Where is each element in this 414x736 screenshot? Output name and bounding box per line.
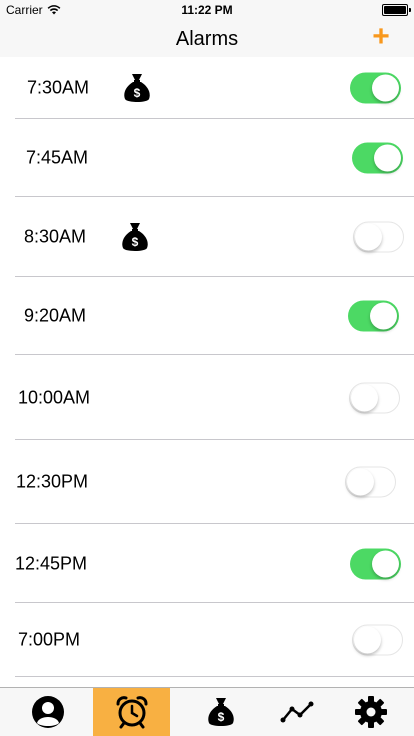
alarm-time-label: 8:30AM	[24, 226, 87, 247]
tab-settings[interactable]	[332, 688, 409, 736]
toggle-knob	[372, 550, 399, 577]
toggle-knob	[351, 384, 378, 411]
navigation-bar: Alarms +	[0, 20, 414, 57]
alarm-time-label: 9:20AM	[24, 305, 87, 326]
gear-icon	[354, 696, 387, 728]
money-bag-icon: $	[207, 698, 234, 726]
svg-text:$: $	[132, 235, 139, 249]
alarm-row[interactable]: 8:30AM $	[0, 197, 414, 277]
toggle-knob	[355, 223, 382, 251]
page-title: Alarms	[175, 28, 239, 50]
alarm-time-label: 12:45PM	[15, 553, 88, 573]
alarm-time-label: 12:30PM	[16, 471, 89, 492]
toggle-knob	[374, 144, 401, 172]
alarm-toggle[interactable]	[350, 548, 401, 579]
money-bag-icon: $	[122, 223, 148, 251]
alarm-toggle[interactable]	[350, 72, 401, 104]
add-alarm-button[interactable]: +	[368, 22, 394, 52]
tab-bar: $	[0, 687, 414, 736]
alarm-time-label: 7:00PM	[18, 629, 81, 650]
alarm-time-label: 7:30AM	[27, 77, 90, 98]
toggle-knob	[354, 626, 381, 654]
alarm-time-label: 10:00AM	[18, 387, 91, 407]
tab-stats[interactable]	[258, 688, 335, 736]
alarm-clock-icon	[116, 696, 147, 729]
alarm-toggle[interactable]	[353, 221, 404, 253]
tab-profile[interactable]	[9, 688, 86, 736]
profile-icon	[31, 696, 64, 728]
alarm-toggle[interactable]	[352, 624, 403, 656]
alarm-toggle[interactable]	[349, 382, 400, 413]
alarm-row[interactable]: 7:00PM	[0, 603, 414, 677]
status-bar: Carrier 11:22 PM	[0, 0, 414, 20]
row-separator	[15, 676, 414, 677]
status-time: 11:22 PM	[181, 3, 233, 17]
tab-alarms[interactable]	[93, 688, 170, 736]
toggle-knob	[372, 74, 399, 102]
tab-money[interactable]: $	[182, 688, 259, 736]
alarm-row[interactable]: 7:30AM $	[0, 57, 414, 119]
svg-text:$: $	[217, 710, 224, 724]
alarm-row[interactable]: 12:45PM	[0, 524, 414, 603]
alarm-row[interactable]: 7:45AM	[0, 119, 414, 197]
trend-line-icon	[280, 701, 313, 723]
svg-text:$: $	[134, 86, 141, 100]
alarm-row[interactable]: 9:20AM	[0, 277, 414, 355]
alarm-toggle[interactable]	[348, 300, 399, 332]
alarm-row[interactable]: 10:00AM	[0, 355, 414, 440]
alarm-toggle[interactable]	[345, 466, 396, 498]
alarms-screen: Carrier 11:22 PM Alarms + 7:30AM $ 7:45A…	[0, 0, 414, 736]
alarm-time-label: 7:45AM	[26, 147, 89, 168]
alarm-row[interactable]: 12:30PM	[0, 440, 414, 524]
toggle-knob	[347, 468, 374, 496]
money-bag-icon: $	[124, 74, 150, 102]
toggle-knob	[370, 302, 397, 330]
alarm-toggle[interactable]	[352, 142, 403, 174]
battery-icon	[382, 4, 411, 16]
